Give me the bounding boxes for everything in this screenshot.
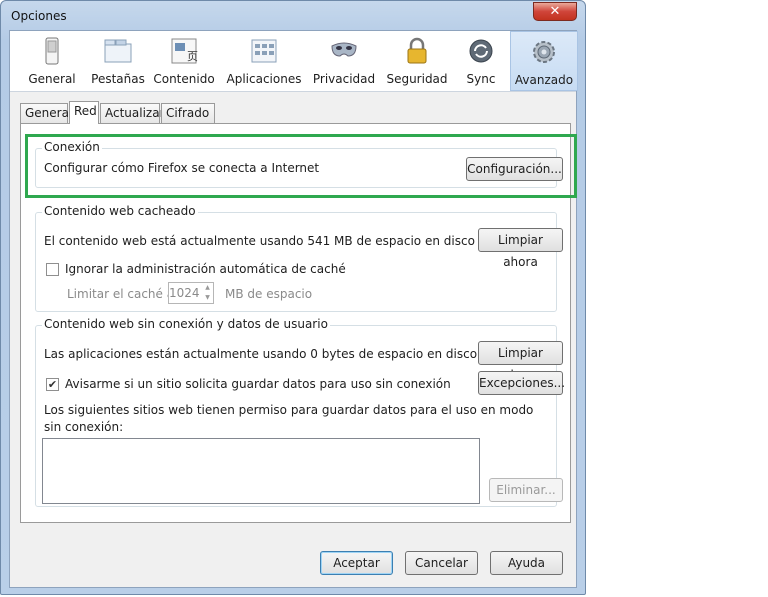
category-advanced[interactable]: Avanzado	[510, 31, 578, 91]
help-button[interactable]: Ayuda	[490, 551, 563, 575]
category-general[interactable]: General	[20, 31, 84, 91]
tab-network[interactable]: Red	[69, 101, 99, 124]
ignore-cache-checkbox[interactable]	[46, 263, 59, 276]
svg-text:页: 页	[187, 50, 198, 63]
allowed-sites-text-1: Los siguientes sitios web tienen permiso…	[44, 403, 534, 417]
warn-offline-label: Avisarme si un sitio solicita guardar da…	[65, 377, 451, 391]
category-privacy[interactable]: Privacidad	[308, 31, 380, 91]
title-bar[interactable]: Opciones ✕	[1, 1, 585, 31]
exceptions-button[interactable]: Excepciones...	[478, 371, 565, 395]
warn-offline-checkbox[interactable]: ✔	[46, 378, 59, 391]
tab-general[interactable]: General	[20, 103, 72, 123]
accept-button[interactable]: Aceptar	[320, 551, 393, 575]
offline-group: Contenido web sin conexión y datos de us…	[35, 317, 565, 507]
allowed-sites-list[interactable]	[42, 438, 480, 504]
cache-usage-text: El contenido web está actualmente usando…	[44, 234, 475, 248]
category-security[interactable]: Seguridad	[382, 31, 452, 91]
category-general-label: General	[28, 72, 76, 86]
remove-site-button[interactable]: Eliminar...	[489, 478, 563, 502]
category-content-label: Contenido	[153, 72, 215, 86]
connection-settings-button[interactable]: Configuración...	[466, 157, 563, 181]
cache-limit-unit: MB de espacio	[225, 287, 313, 301]
connection-group: Conexión Configurar cómo Firefox se cone…	[35, 140, 563, 188]
tabs-icon	[104, 39, 132, 63]
padlock-icon	[407, 37, 427, 64]
ignore-cache-label: Ignorar la administración automática de …	[65, 262, 346, 276]
clear-offline-button[interactable]: Limpiar ahora	[478, 341, 563, 382]
dialog-client: General Pestañas 页 Contenido Aplicacione…	[9, 30, 578, 588]
cancel-button[interactable]: Cancelar	[405, 551, 478, 575]
category-security-label: Seguridad	[386, 72, 448, 86]
options-window: Opciones ✕ General Pestañas 页 Contenido …	[0, 0, 586, 595]
sync-icon	[469, 39, 493, 63]
cache-limit-label: Limitar el caché a	[67, 287, 175, 301]
offline-usage-text: Las aplicaciones están actualmente usand…	[44, 347, 536, 361]
tab-update[interactable]: Actualizar	[100, 103, 165, 123]
connection-group-title: Conexión	[42, 140, 102, 154]
allowed-sites-text-2: sin conexión:	[44, 420, 124, 434]
category-tabs-label: Pestañas	[91, 72, 145, 86]
privacy-mask-icon	[331, 42, 357, 57]
spin-up-icon[interactable]: ▲	[202, 283, 213, 293]
clear-cache-button[interactable]: Limpiar ahora	[478, 228, 563, 269]
spin-down-icon[interactable]: ▼	[202, 293, 213, 303]
category-sync[interactable]: Sync	[456, 31, 506, 91]
category-privacy-label: Privacidad	[312, 72, 376, 86]
network-panel: Conexión Configurar cómo Firefox se cone…	[20, 123, 571, 523]
category-sync-label: Sync	[466, 72, 496, 86]
window-title: Opciones	[11, 9, 67, 23]
connection-description: Configurar cómo Firefox se conecta a Int…	[44, 161, 320, 175]
category-applications-label: Aplicaciones	[226, 72, 302, 86]
category-applications[interactable]: Aplicaciones	[224, 31, 304, 91]
content-icon: 页	[171, 38, 198, 64]
general-switch-icon	[45, 37, 59, 65]
cache-group: Contenido web cacheado El contenido web …	[35, 204, 563, 312]
category-tabs[interactable]: Pestañas	[84, 31, 152, 91]
cache-group-title: Contenido web cacheado	[42, 204, 198, 218]
cache-limit-value: 1024	[169, 286, 200, 300]
category-content[interactable]: 页 Contenido	[152, 31, 216, 91]
category-advanced-label: Avanzado	[514, 73, 574, 87]
cache-limit-spinner[interactable]: 1024 ▲ ▼	[168, 282, 214, 304]
close-button[interactable]: ✕	[533, 2, 577, 21]
applications-icon	[251, 39, 277, 63]
offline-group-title: Contenido web sin conexión y datos de us…	[42, 317, 330, 331]
close-icon: ✕	[549, 4, 561, 19]
gear-icon	[533, 41, 555, 63]
tab-encryption[interactable]: Cifrado	[161, 103, 215, 123]
category-toolbar: General Pestañas 页 Contenido Aplicacione…	[10, 31, 578, 92]
